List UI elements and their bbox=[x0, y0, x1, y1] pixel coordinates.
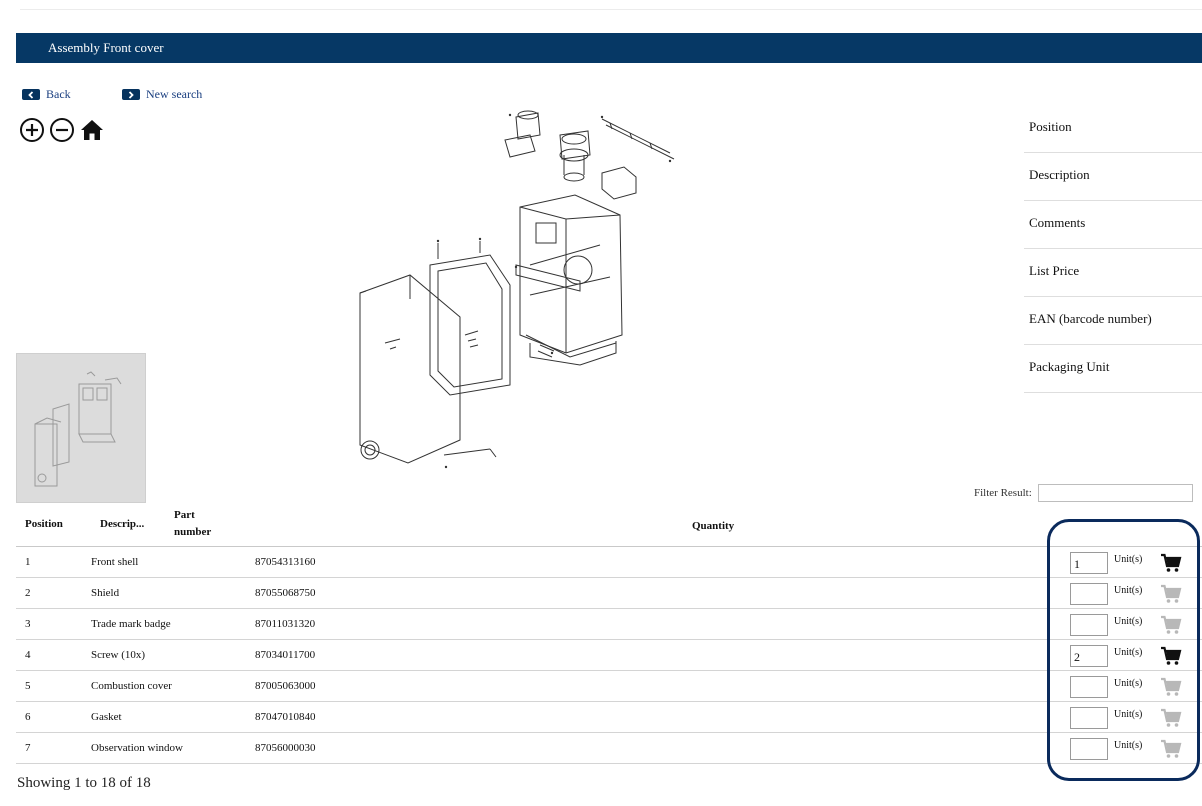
row-part-number: 87034011700 bbox=[255, 649, 316, 661]
row-position: 7 bbox=[25, 742, 31, 754]
table-row[interactable]: 7 Observation window 87056000030 Unit(s) bbox=[16, 733, 1202, 764]
table-header: Position Descrip... Part number Quantity bbox=[16, 507, 1202, 547]
detail-position: Position bbox=[1024, 105, 1202, 153]
detail-packaging-unit: Packaging Unit bbox=[1024, 345, 1202, 393]
back-label: Back bbox=[46, 87, 71, 101]
row-part-number: 87005063000 bbox=[255, 680, 316, 692]
new-search-label: New search bbox=[146, 87, 203, 101]
row-position: 6 bbox=[25, 711, 31, 723]
row-part-number: 87047010840 bbox=[255, 711, 316, 723]
row-description: Gasket bbox=[91, 711, 122, 723]
row-position: 1 bbox=[25, 556, 31, 568]
page-header: Assembly Front cover bbox=[16, 33, 1202, 63]
detail-list-price: List Price bbox=[1024, 249, 1202, 297]
filter-result: Filter Result: bbox=[974, 484, 1193, 502]
filter-label: Filter Result: bbox=[974, 487, 1032, 499]
header-part-number-line1[interactable]: Part bbox=[174, 509, 195, 521]
exploded-view-diagram[interactable] bbox=[340, 95, 720, 495]
row-description: Front shell bbox=[91, 556, 139, 568]
diagram-thumbnail[interactable] bbox=[16, 353, 146, 503]
header-description[interactable]: Descrip... bbox=[100, 518, 144, 530]
row-description: Trade mark badge bbox=[91, 618, 171, 630]
header-quantity[interactable]: Quantity bbox=[692, 520, 734, 532]
table-row[interactable]: 1 Front shell 87054313160 1 Unit(s) bbox=[16, 547, 1202, 578]
chevron-right-icon bbox=[122, 89, 140, 100]
row-part-number: 87055068750 bbox=[255, 587, 316, 599]
part-details-panel: Position Description Comments List Price… bbox=[1024, 105, 1202, 393]
detail-ean: EAN (barcode number) bbox=[1024, 297, 1202, 345]
header-position[interactable]: Position bbox=[25, 518, 63, 530]
row-description: Observation window bbox=[91, 742, 183, 754]
circle-plus-icon[interactable] bbox=[19, 117, 45, 148]
row-position: 2 bbox=[25, 587, 31, 599]
circle-minus-icon[interactable] bbox=[49, 117, 75, 148]
row-description: Screw (10x) bbox=[91, 649, 146, 661]
zoom-toolbar bbox=[19, 117, 105, 148]
quantity-highlight-outline bbox=[1047, 519, 1200, 781]
back-link[interactable]: Back bbox=[22, 87, 71, 102]
row-position: 5 bbox=[25, 680, 31, 692]
row-part-number: 87054313160 bbox=[255, 556, 316, 568]
detail-comments: Comments bbox=[1024, 201, 1202, 249]
filter-input[interactable] bbox=[1037, 484, 1193, 502]
table-row[interactable]: 6 Gasket 87047010840 Unit(s) bbox=[16, 702, 1202, 733]
row-position: 4 bbox=[25, 649, 31, 661]
header-part-number-line2[interactable]: number bbox=[174, 526, 211, 538]
table-row[interactable]: 5 Combustion cover 87005063000 Unit(s) bbox=[16, 671, 1202, 702]
table-row[interactable]: 4 Screw (10x) 87034011700 2 Unit(s) bbox=[16, 640, 1202, 671]
new-search-link[interactable]: New search bbox=[122, 87, 202, 102]
table-row[interactable]: 3 Trade mark badge 87011031320 Unit(s) bbox=[16, 609, 1202, 640]
page-title: Assembly Front cover bbox=[48, 40, 164, 55]
row-part-number: 87056000030 bbox=[255, 742, 316, 754]
row-description: Shield bbox=[91, 587, 120, 599]
detail-description: Description bbox=[1024, 153, 1202, 201]
row-part-number: 87011031320 bbox=[255, 618, 316, 630]
row-description: Combustion cover bbox=[91, 680, 172, 692]
row-position: 3 bbox=[25, 618, 31, 630]
table-row[interactable]: 2 Shield 87055068750 Unit(s) bbox=[16, 578, 1202, 609]
home-icon[interactable] bbox=[79, 118, 105, 147]
chevron-left-icon bbox=[22, 89, 40, 100]
top-divider bbox=[20, 9, 1202, 10]
pagination-info: Showing 1 to 18 of 18 bbox=[17, 775, 151, 791]
